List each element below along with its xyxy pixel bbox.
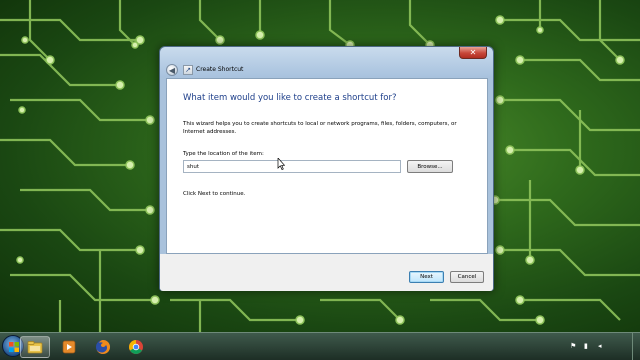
- wizard-description: This wizard helps you to create shortcut…: [183, 121, 457, 135]
- show-desktop-button[interactable]: [632, 333, 640, 360]
- taskbar-explorer-button[interactable]: [20, 336, 50, 358]
- taskbar-firefox-button[interactable]: [88, 336, 118, 358]
- window-title: Create Shortcut: [196, 66, 244, 73]
- title-bar[interactable]: ◀ ↗ Create Shortcut ✕: [160, 47, 493, 77]
- network-icon[interactable]: ▮: [584, 342, 588, 350]
- shortcut-wizard-icon: ↗: [183, 65, 193, 75]
- text-cursor-icon: [277, 158, 285, 170]
- windows-explorer-icon: [27, 341, 43, 354]
- flag-icon[interactable]: ⚑: [570, 342, 576, 350]
- back-arrow-icon: ◀: [168, 65, 176, 75]
- browse-button[interactable]: Browse...: [407, 160, 453, 173]
- cancel-button[interactable]: Cancel: [450, 271, 484, 283]
- media-player-icon: [62, 340, 76, 354]
- wizard-content: What item would you like to create a sho…: [166, 78, 488, 254]
- close-icon: ✕: [469, 48, 477, 57]
- taskbar-chrome-button[interactable]: [121, 336, 151, 358]
- taskbar-media-player-button[interactable]: [54, 336, 84, 358]
- volume-icon[interactable]: ◂: [598, 342, 602, 350]
- chrome-icon: [129, 340, 143, 354]
- back-button[interactable]: ◀: [166, 64, 178, 76]
- next-button[interactable]: Next: [409, 271, 444, 283]
- continue-instruction: Click Next to continue.: [183, 191, 246, 197]
- taskbar: ⚑ ▮ ◂: [0, 332, 640, 360]
- close-button[interactable]: ✕: [459, 47, 487, 59]
- wizard-heading: What item would you like to create a sho…: [183, 93, 397, 103]
- system-tray: ⚑ ▮ ◂: [560, 333, 640, 360]
- location-label: Type the location of the item:: [183, 151, 264, 157]
- location-input[interactable]: [183, 160, 401, 173]
- firefox-icon: [96, 339, 111, 354]
- create-shortcut-dialog: ◀ ↗ Create Shortcut ✕ What item would yo…: [159, 46, 494, 291]
- dialog-footer: Next Cancel: [160, 254, 493, 291]
